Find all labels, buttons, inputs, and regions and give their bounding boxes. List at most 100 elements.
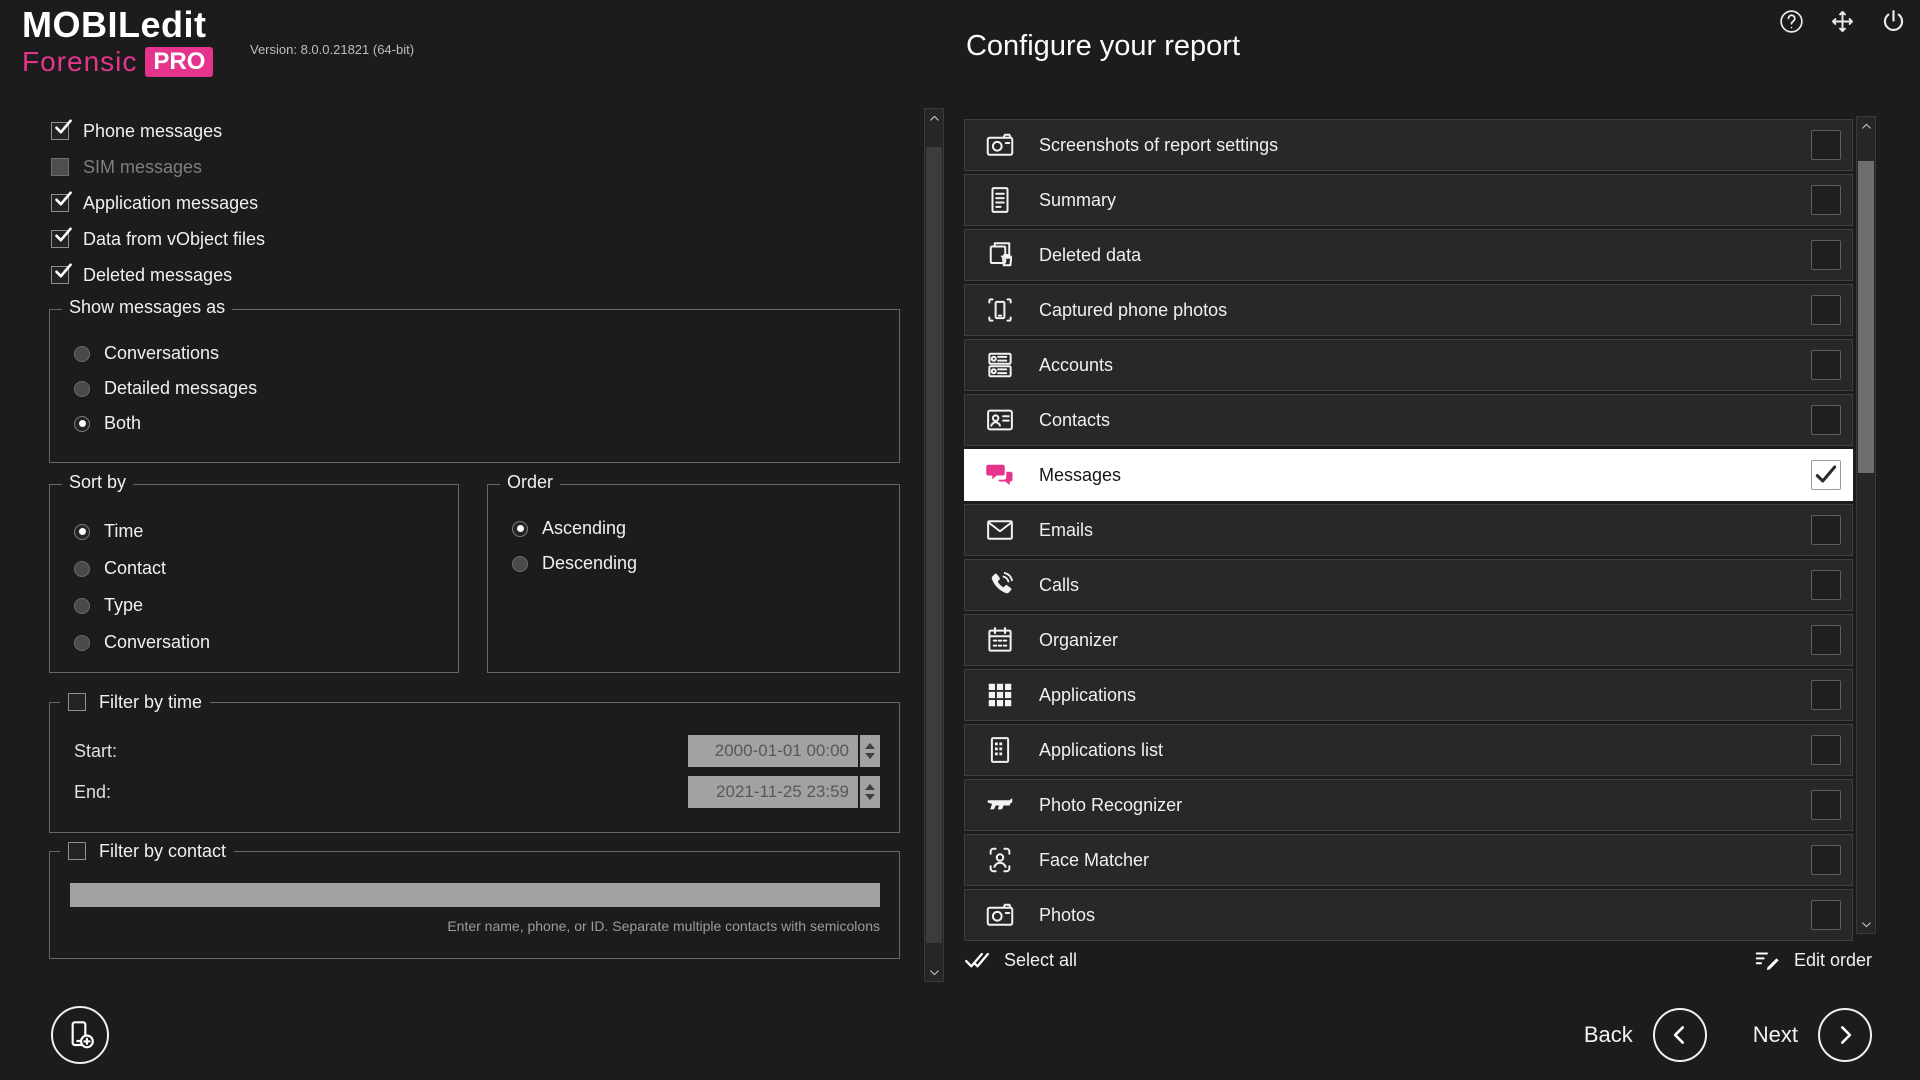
report-section-checkbox[interactable] xyxy=(1811,845,1841,875)
time-radio[interactable] xyxy=(74,524,90,540)
conversation-radio[interactable] xyxy=(74,635,90,651)
deleted-messages-checkbox[interactable] xyxy=(51,266,69,284)
report-section-checkbox[interactable] xyxy=(1811,515,1841,545)
select-all-button[interactable]: Select all xyxy=(964,947,1077,973)
add-phone-button[interactable] xyxy=(51,1006,109,1064)
conversations-radio[interactable] xyxy=(74,346,90,362)
scrollbar-track[interactable] xyxy=(925,127,943,963)
radio-row-conversations[interactable]: Conversations xyxy=(74,336,887,371)
type-radio[interactable] xyxy=(74,598,90,614)
radio-row-ascending[interactable]: Ascending xyxy=(512,511,887,546)
report-section-checkbox[interactable] xyxy=(1811,680,1841,710)
end-date-input[interactable]: 2021-11-25 23:59 xyxy=(688,776,858,808)
report-section-calls[interactable]: Calls xyxy=(964,559,1853,611)
phone-messages-checkbox[interactable] xyxy=(51,122,69,140)
report-section-contacts[interactable]: Contacts xyxy=(964,394,1853,446)
radio-row-contact[interactable]: Contact xyxy=(74,550,446,587)
power-icon[interactable] xyxy=(1880,8,1907,35)
chevron-up-icon[interactable] xyxy=(925,109,943,127)
filter-by-contact-checkbox[interactable] xyxy=(68,842,86,860)
report-section-captured-phone-photos[interactable]: Captured phone photos xyxy=(964,284,1853,336)
radio-row-detailed-messages[interactable]: Detailed messages xyxy=(74,371,887,406)
checkbox-row-deleted-messages[interactable]: Deleted messages xyxy=(51,257,265,293)
sim-messages-checkbox[interactable] xyxy=(51,158,69,176)
contact-radio[interactable] xyxy=(74,561,90,577)
report-section-summary[interactable]: Summary xyxy=(964,174,1853,226)
stepper-up-icon[interactable] xyxy=(865,784,875,790)
radio-row-time[interactable]: Time xyxy=(74,513,446,550)
report-section-organizer[interactable]: Organizer xyxy=(964,614,1853,666)
descending-radio[interactable] xyxy=(512,556,528,572)
help-icon[interactable] xyxy=(1778,8,1805,35)
report-section-checkbox[interactable] xyxy=(1811,900,1841,930)
chevron-up-icon[interactable] xyxy=(1857,117,1875,135)
report-section-screenshots-of-report-settings[interactable]: Screenshots of report settings xyxy=(964,119,1853,171)
filter-by-time-checkbox[interactable] xyxy=(68,693,86,711)
contact-filter-input[interactable] xyxy=(70,883,880,907)
checkbox-row-data-from-vobject-files[interactable]: Data from vObject files xyxy=(51,221,265,257)
report-section-photos[interactable]: Photos xyxy=(964,889,1853,941)
radio-row-descending[interactable]: Descending xyxy=(512,546,887,581)
report-section-accounts[interactable]: Accounts xyxy=(964,339,1853,391)
app-logo: MOBILedit Forensic PRO xyxy=(22,6,213,78)
radio-row-both[interactable]: Both xyxy=(74,406,887,441)
report-section-checkbox[interactable] xyxy=(1811,460,1841,490)
report-section-deleted-data[interactable]: Deleted data xyxy=(964,229,1853,281)
move-icon[interactable] xyxy=(1829,8,1856,35)
both-radio[interactable] xyxy=(74,416,90,432)
start-date-stepper[interactable] xyxy=(860,735,880,767)
report-section-checkbox[interactable] xyxy=(1811,295,1841,325)
report-section-label: Captured phone photos xyxy=(1039,300,1227,321)
edit-order-button[interactable]: Edit order xyxy=(1754,947,1872,973)
report-section-checkbox[interactable] xyxy=(1811,625,1841,655)
report-section-checkbox[interactable] xyxy=(1811,790,1841,820)
report-section-face-matcher[interactable]: Face Matcher xyxy=(964,834,1853,886)
report-section-checkbox[interactable] xyxy=(1811,405,1841,435)
phone-add-icon xyxy=(64,1019,96,1051)
checkbox-row-sim-messages[interactable]: SIM messages xyxy=(51,149,265,185)
report-section-checkbox[interactable] xyxy=(1811,350,1841,380)
report-section-checkbox[interactable] xyxy=(1811,185,1841,215)
report-section-checkbox[interactable] xyxy=(1811,240,1841,270)
radio-row-conversation[interactable]: Conversation xyxy=(74,624,446,661)
report-list-scrollbar[interactable] xyxy=(1856,116,1876,934)
report-section-label: Accounts xyxy=(1039,355,1113,376)
detailed-messages-radio[interactable] xyxy=(74,381,90,397)
report-section-checkbox[interactable] xyxy=(1811,130,1841,160)
report-section-emails[interactable]: Emails xyxy=(964,504,1853,556)
report-section-photo-recognizer[interactable]: Photo Recognizer xyxy=(964,779,1853,831)
checkbox-row-phone-messages[interactable]: Phone messages xyxy=(51,113,265,149)
stepper-up-icon[interactable] xyxy=(865,743,875,749)
scrollbar-thumb[interactable] xyxy=(926,147,942,943)
left-panel-scrollbar[interactable] xyxy=(924,108,944,982)
back-button[interactable] xyxy=(1653,1008,1707,1062)
checkbox-label: Data from vObject files xyxy=(83,229,265,250)
checkbox-row-application-messages[interactable]: Application messages xyxy=(51,185,265,221)
summary-icon xyxy=(985,185,1015,215)
radio-label: Conversations xyxy=(104,343,219,364)
report-section-checkbox[interactable] xyxy=(1811,735,1841,765)
stepper-down-icon[interactable] xyxy=(865,753,875,759)
application-messages-checkbox[interactable] xyxy=(51,194,69,212)
chevron-down-icon[interactable] xyxy=(1857,915,1875,933)
report-section-applications[interactable]: Applications xyxy=(964,669,1853,721)
report-section-messages[interactable]: Messages xyxy=(964,449,1853,501)
radio-row-type[interactable]: Type xyxy=(74,587,446,624)
scrollbar-thumb[interactable] xyxy=(1858,161,1874,473)
chevron-down-icon[interactable] xyxy=(925,963,943,981)
filter-by-time-label: Filter by time xyxy=(99,692,202,713)
report-section-label: Deleted data xyxy=(1039,245,1141,266)
accounts-icon xyxy=(985,350,1015,380)
face-matcher-icon xyxy=(985,845,1015,875)
start-date-input[interactable]: 2000-01-01 00:00 xyxy=(688,735,858,767)
radio-label: Detailed messages xyxy=(104,378,257,399)
next-button[interactable] xyxy=(1818,1008,1872,1062)
phone-capture-icon xyxy=(985,295,1015,325)
stepper-down-icon[interactable] xyxy=(865,794,875,800)
report-section-applications-list[interactable]: Applications list xyxy=(964,724,1853,776)
data-from-vobject-files-checkbox[interactable] xyxy=(51,230,69,248)
scrollbar-track[interactable] xyxy=(1857,135,1875,915)
ascending-radio[interactable] xyxy=(512,521,528,537)
end-date-stepper[interactable] xyxy=(860,776,880,808)
report-section-checkbox[interactable] xyxy=(1811,570,1841,600)
